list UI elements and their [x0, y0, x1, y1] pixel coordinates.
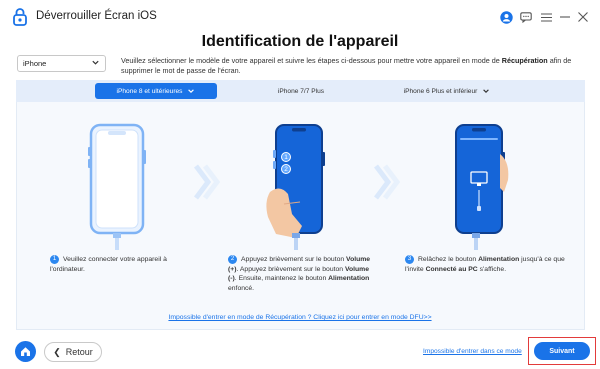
instruction-bold: Récupération — [501, 56, 548, 65]
step-number: 1 — [50, 255, 59, 264]
home-button[interactable] — [15, 341, 36, 362]
title-bar: Déverrouiller Écran iOS — [0, 0, 600, 34]
tab-label: iPhone 6 Plus et inférieur — [403, 87, 478, 95]
step3-caption: 3 Relâchez le bouton Alimentation jusqu'à… — [405, 255, 565, 274]
arrow-right-icon — [194, 164, 221, 200]
step-text: enfoncé. — [228, 284, 255, 292]
app-title: Déverrouiller Écran iOS — [36, 10, 157, 22]
step-text: . Ensuite, maintenez le bouton — [234, 275, 329, 282]
home-icon — [21, 347, 30, 356]
step1-caption: 1 Veuillez connecter votre appareil à l'o… — [50, 255, 180, 274]
tab-label: iPhone 7/7 Plus — [277, 87, 325, 95]
tab-iphone-6-and-earlier[interactable]: iPhone 6 Plus et inférieur — [388, 83, 506, 99]
menu-icon[interactable] — [538, 9, 554, 25]
device-model-value: iPhone — [23, 59, 47, 68]
chevron-down-icon — [483, 89, 490, 93]
page-title: Identification de l'appareil — [201, 33, 399, 50]
arrow-right-icon — [374, 164, 401, 200]
next-button[interactable]: Suivant — [534, 342, 590, 360]
tab-iphone-7[interactable]: iPhone 7/7 Plus — [256, 83, 346, 99]
step2-phone-illustration — [266, 124, 325, 250]
minimize-icon[interactable] — [557, 9, 573, 25]
close-icon[interactable] — [575, 9, 591, 25]
step-marker: 1 — [281, 152, 291, 162]
step-marker: 2 — [281, 164, 291, 174]
step-bold: Connecté au PC — [425, 265, 478, 273]
tab-iphone-8-and-later[interactable]: iPhone 8 et ultérieures — [95, 83, 217, 99]
step-bold: Alimentation — [478, 256, 520, 263]
step-text: Relâchez le bouton — [418, 256, 479, 263]
tab-label: iPhone 8 et ultérieures — [116, 87, 183, 95]
model-tabs: iPhone 8 et ultérieures iPhone 7/7 Plus … — [16, 80, 585, 102]
cannot-enter-mode-link[interactable]: Impossible d'entrer dans ce mode — [423, 348, 522, 355]
step-number: 2 — [228, 255, 237, 264]
dfu-mode-link[interactable]: Impossible d'entrer en mode de Récupérat… — [0, 314, 600, 321]
app-lock-icon — [13, 8, 27, 26]
instruction-part1: Veuillez sélectionner le modèle de votre… — [121, 56, 502, 65]
chevron-down-icon — [92, 60, 99, 65]
step3-phone-illustration — [455, 124, 509, 250]
step-text: Appuyez brièvement sur le bouton — [241, 256, 347, 263]
user-account-icon[interactable] — [498, 9, 514, 25]
device-model-select[interactable]: iPhone — [17, 55, 106, 72]
step-bold: Alimentation — [328, 275, 370, 282]
step-number: 3 — [405, 255, 414, 264]
instruction-text: Veuillez sélectionner le modèle de votre… — [121, 56, 581, 76]
step2-caption: 2 Appuyez brièvement sur le bouton Volume… — [228, 255, 372, 293]
back-button-label: Retour — [65, 347, 93, 357]
step-text: Veuillez connecter votre appareil à l'or… — [50, 256, 167, 273]
back-button[interactable]: ❮ Retour — [44, 342, 102, 362]
step-text: s'affiche. — [477, 265, 507, 273]
step1-phone-illustration — [88, 123, 146, 250]
arrow-left-icon: ❮ — [53, 346, 61, 357]
support-chat-icon[interactable] — [518, 9, 534, 25]
chevron-down-icon — [188, 89, 195, 93]
step-text: . Appuyez brièvement sur le bouton — [236, 265, 345, 273]
